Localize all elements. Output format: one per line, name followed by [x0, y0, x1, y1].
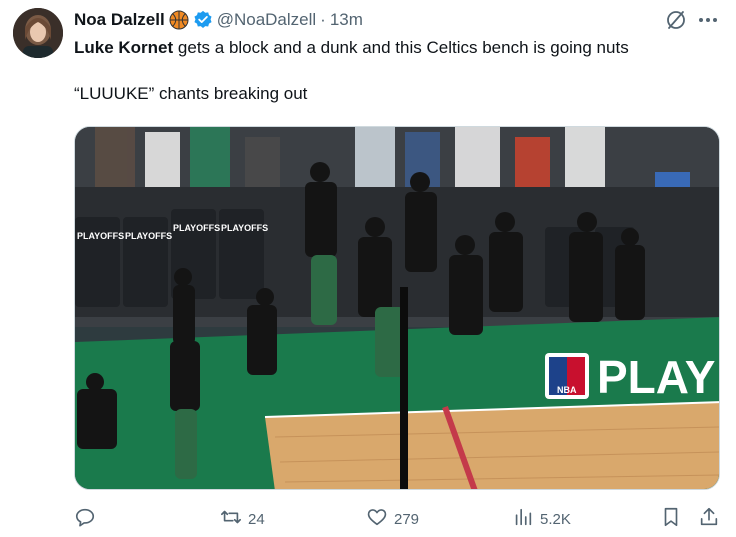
grok-icon[interactable]: [665, 9, 687, 31]
share-icon: [698, 506, 720, 532]
playoffs-sign-1: PLAYOFFS: [77, 231, 124, 241]
views-count: 5.2K: [540, 510, 571, 528]
mentioned-name: Luke Kornet: [74, 38, 174, 57]
tweet-text: Luke Kornet gets a block and a dunk and …: [74, 36, 724, 128]
timestamp[interactable]: 13m: [330, 10, 363, 30]
tweet-action-bar: 24 279 5.2K: [74, 505, 724, 533]
reply-button[interactable]: [74, 505, 96, 533]
views-button[interactable]: 5.2K: [512, 505, 571, 533]
bookmark-icon: [660, 506, 682, 532]
playoffs-sign-2: PLAYOFFS: [125, 231, 172, 241]
basketball-icon: [169, 10, 189, 30]
tweet-media-video[interactable]: PLAYOFFS PLAYOFFS PLAYOFFS PLAYOFFS NBA …: [74, 126, 720, 490]
retweet-count: 24: [248, 510, 265, 528]
separator-dot: ·: [320, 10, 326, 29]
more-options-icon[interactable]: [696, 9, 720, 31]
retweet-button[interactable]: 24: [220, 505, 265, 533]
bookmark-button[interactable]: [660, 505, 682, 533]
user-handle[interactable]: @NoaDalzell: [217, 10, 316, 30]
display-name[interactable]: Noa Dalzell: [74, 10, 165, 30]
tweet-header: Noa Dalzell @NoaDalzell · 13m: [74, 8, 363, 32]
avatar[interactable]: [13, 8, 63, 58]
retweet-icon: [220, 506, 242, 532]
tweet-line-1: Luke Kornet gets a block and a dunk and …: [74, 36, 724, 59]
verified-badge-icon[interactable]: [193, 10, 213, 30]
reply-icon: [74, 506, 96, 532]
nba-logo-text: NBA: [557, 385, 577, 395]
play-banner-text: PLAY: [597, 351, 715, 403]
heart-icon: [366, 506, 388, 532]
playoffs-sign-4: PLAYOFFS: [221, 223, 268, 233]
views-chart-icon: [512, 506, 534, 532]
tweet-card[interactable]: Noa Dalzell @NoaDalzell · 13m Luke Korne…: [0, 0, 736, 537]
tweet-line-1-rest: gets a block and a dunk and this Celtics…: [173, 38, 629, 57]
tweet-line-2: “LUUUKE” chants breaking out: [74, 84, 308, 103]
like-count: 279: [394, 510, 420, 528]
playoffs-sign-3: PLAYOFFS: [173, 223, 220, 233]
like-button[interactable]: 279: [366, 505, 419, 533]
share-button[interactable]: [698, 505, 720, 533]
